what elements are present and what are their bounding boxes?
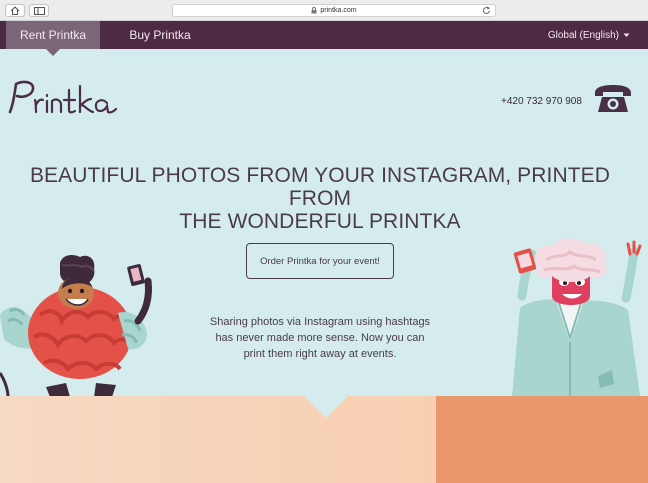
language-label: Global (English): [547, 29, 619, 41]
address-bar[interactable]: printka.com: [172, 4, 496, 17]
lock-icon: [311, 7, 317, 14]
order-printka-button[interactable]: Order Printka for your event!: [246, 243, 394, 279]
home-icon[interactable]: [5, 4, 25, 17]
browser-toolbar: printka.com: [0, 0, 648, 21]
caret-down-icon: [623, 33, 630, 37]
headline-line-2: THE WONDERFUL PRINTKA: [179, 210, 461, 233]
section-divider-arrow: [304, 396, 348, 418]
sidebar-icon[interactable]: [29, 4, 49, 17]
order-button-label: Order Printka for your event!: [260, 255, 380, 267]
photo-holding-character-illustration: [500, 238, 648, 401]
hero-description: Sharing photos via Instagram using hasht…: [207, 314, 433, 362]
description-line-1: Sharing photos via Instagram using hasht…: [209, 316, 431, 328]
nav-item-label: Rent Printka: [19, 28, 87, 42]
hero-headline: BEAUTIFUL PHOTOS FROM YOUR INSTAGRAM, PR…: [0, 164, 640, 233]
active-tab-indicator: [46, 49, 60, 56]
telephone-icon[interactable]: [593, 84, 633, 119]
description-line-3: print them right away at events.: [243, 348, 397, 360]
bottom-panel-peach: [0, 396, 436, 483]
nav-item-rent-printka[interactable]: Rent Printka: [6, 21, 100, 49]
phone-number[interactable]: +420 732 970 908: [501, 96, 582, 107]
printka-logo[interactable]: [6, 78, 120, 125]
url-text: printka.com: [320, 7, 357, 14]
bottom-panel-orange: [436, 396, 648, 483]
reload-icon[interactable]: [482, 6, 491, 15]
nav-item-label: Buy Printka: [129, 28, 191, 42]
language-selector[interactable]: Global (English): [548, 21, 630, 49]
headline-line-1: BEAUTIFUL PHOTOS FROM YOUR INSTAGRAM, PR…: [29, 164, 611, 210]
description-line-2: has never made more sense. Now you can: [215, 332, 425, 344]
nav-item-buy-printka[interactable]: Buy Printka: [116, 21, 204, 49]
selfie-character-illustration: [0, 255, 170, 402]
